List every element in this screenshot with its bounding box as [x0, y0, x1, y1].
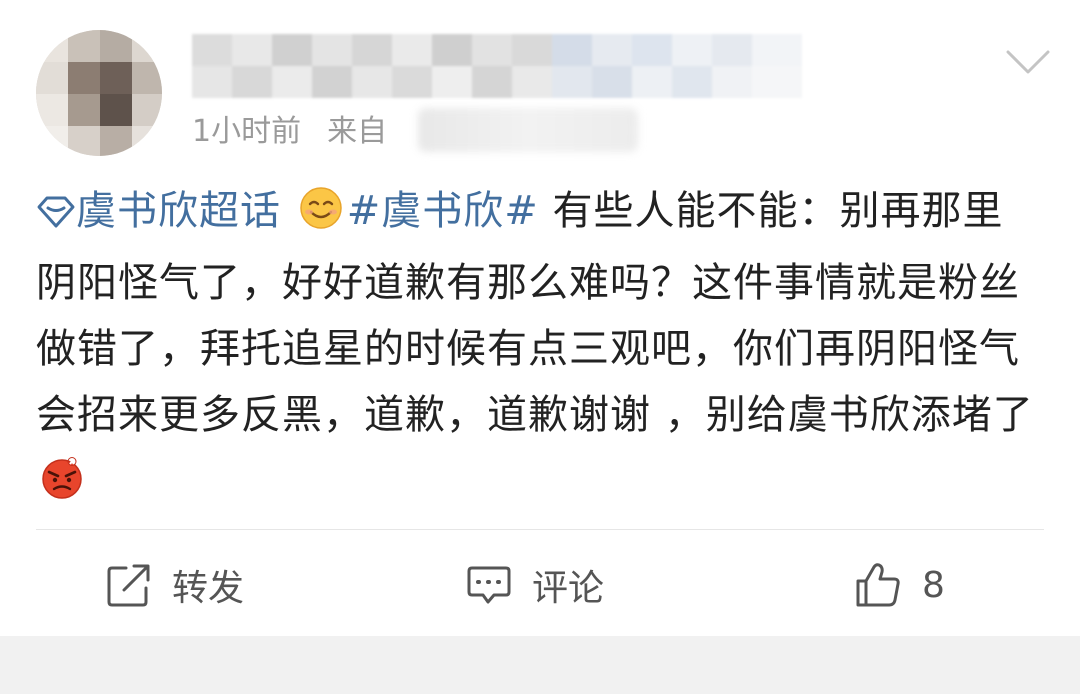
- like-button[interactable]: 8: [854, 552, 945, 618]
- smile-emoji-icon: [299, 184, 343, 250]
- angry-emoji-icon: [40, 454, 84, 520]
- avatar[interactable]: [36, 30, 162, 156]
- super-topic-link[interactable]: 虞书欣超话: [76, 188, 281, 234]
- repost-button[interactable]: 转发: [106, 552, 244, 618]
- post-source-redacted: [418, 108, 638, 152]
- comment-button[interactable]: 评论: [466, 552, 604, 618]
- weibo-post-card: 1小时前 来自 虞书欣超话 #虞书欣# 有些人能不能：别再那里阴阳怪气了，好好道…: [0, 0, 1080, 636]
- action-bar-divider: [36, 529, 1044, 530]
- like-count: 8: [922, 564, 945, 606]
- comment-icon: [467, 566, 511, 604]
- feed-separator: [0, 636, 1080, 694]
- hashtag-link[interactable]: #虞书欣#: [347, 188, 539, 234]
- thumbs-up-icon: [856, 563, 900, 607]
- post-time: 1小时前: [192, 114, 302, 149]
- chevron-down-icon[interactable]: [1004, 44, 1052, 80]
- post-content: 虞书欣超话 #虞书欣# 有些人能不能：别再那里阴阳怪气了，好好道歉有那么难吗？这…: [36, 178, 1044, 520]
- super-topic-diamond-icon: [36, 184, 76, 250]
- repost-label: 转发: [172, 568, 245, 609]
- comment-label: 评论: [532, 568, 605, 609]
- post-source-prefix: 来自: [327, 114, 388, 149]
- repost-icon: [107, 564, 150, 607]
- username-redacted[interactable]: [192, 34, 802, 98]
- post-meta: 1小时前 来自: [192, 104, 387, 152]
